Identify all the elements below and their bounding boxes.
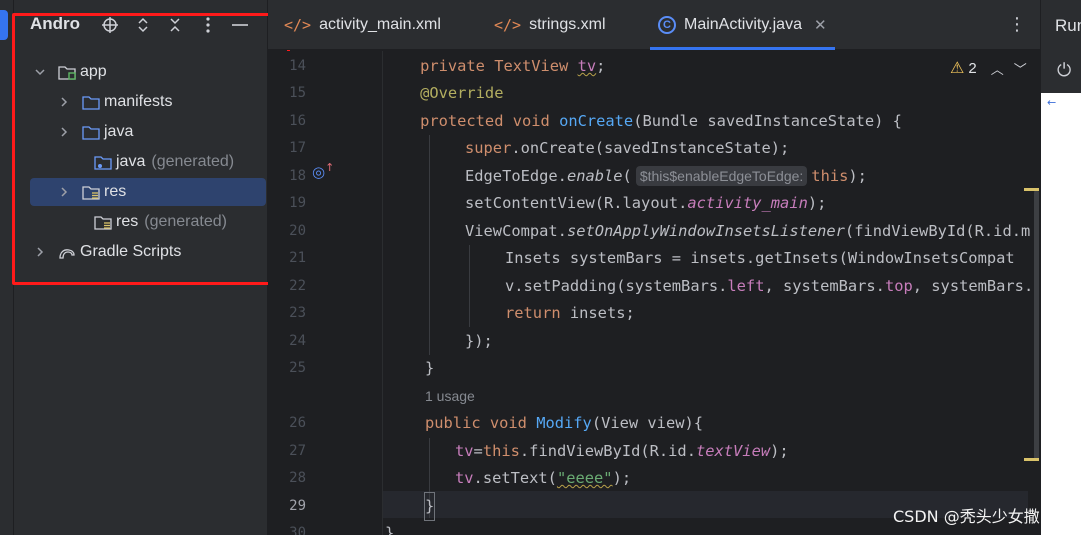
parameter-hint: $this$enableEdgeToEdge: xyxy=(635,166,808,186)
code-line-16: protected void onCreate(Bundle savedInst… xyxy=(383,112,902,130)
code-line-22: v.setPadding(systemBars.left, systemBars… xyxy=(505,277,1034,295)
scrollbar-marker[interactable] xyxy=(1024,188,1039,191)
run-output-area xyxy=(1041,93,1081,535)
line-number: 27 xyxy=(289,443,306,459)
code-line-15: @Override xyxy=(383,84,504,102)
xml-file-icon: </> xyxy=(284,16,312,34)
line-number: 15 xyxy=(289,85,306,101)
override-method-icon[interactable]: ◎↑ xyxy=(312,161,334,181)
tab-label: MainActivity.java xyxy=(684,16,802,33)
tab-activity-main-xml[interactable]: </> activity_main.xml xyxy=(284,0,441,50)
line-number: 21 xyxy=(289,250,306,266)
code-line-27: tv=this.findViewById(R.id.textView); xyxy=(455,442,789,460)
run-panel: Run ⏻ ← xyxy=(1040,0,1081,535)
tab-strings-xml[interactable]: </> strings.xml xyxy=(494,0,606,50)
watermark: CSDN @秃头少女撒 xyxy=(893,507,1040,526)
project-tool-button[interactable] xyxy=(0,10,8,40)
red-highlight-annotation xyxy=(12,13,290,285)
editor-scrollbar[interactable] xyxy=(1034,190,1039,460)
code-line-19: setContentView(R.layout.activity_main); xyxy=(465,194,827,212)
warning-icon: ⚠ xyxy=(950,60,965,77)
editor-tab-bar: </> activity_main.xml </> strings.xml C … xyxy=(268,0,1040,50)
code-line-29: } xyxy=(423,492,436,521)
line-number: 24 xyxy=(289,333,306,349)
code-line-18: EdgeToEdge.enable($this$enableEdgeToEdge… xyxy=(465,166,867,186)
current-line-number: 29 xyxy=(289,498,306,514)
code-line-26: public void Modify(View view){ xyxy=(425,414,704,432)
code-line-25: } xyxy=(425,359,435,377)
line-number: 22 xyxy=(289,278,306,294)
power-icon[interactable]: ⏻ xyxy=(1057,60,1071,81)
scrollbar-marker[interactable] xyxy=(1024,458,1039,461)
chevron-down-icon[interactable]: ﹀ xyxy=(1014,59,1027,78)
warning-count: 2 xyxy=(968,59,977,77)
indent-guide xyxy=(469,245,470,327)
inspection-widget[interactable]: ⚠ 2 ︿ ﹀ xyxy=(950,58,1027,78)
line-number: 14 xyxy=(289,58,306,74)
line-number: 25 xyxy=(289,360,306,376)
code-line-24: }); xyxy=(465,332,493,350)
code-line-17: super.onCreate(savedInstanceState); xyxy=(465,139,790,157)
line-number: 16 xyxy=(289,113,306,129)
tab-label: activity_main.xml xyxy=(319,16,441,33)
line-number: 17 xyxy=(289,140,306,156)
line-number: 26 xyxy=(289,415,306,431)
line-number: 30 xyxy=(289,525,306,535)
tab-more-icon[interactable]: ⋮ xyxy=(1008,14,1026,35)
xml-file-icon: </> xyxy=(494,16,522,34)
editor-gutter: 14 15 16 17 18 19 20 21 22 23 24 25 26 2… xyxy=(268,51,382,535)
code-line-30: } xyxy=(385,524,395,535)
code-line-20: ViewCompat.setOnApplyWindowInsetsListene… xyxy=(465,222,1031,240)
arrow-left-icon[interactable]: ← xyxy=(1047,96,1056,109)
line-number: 18 xyxy=(289,168,306,184)
code-editor[interactable]: private TextView tv; @Override protected… xyxy=(383,51,1040,535)
code-line-21: Insets systemBars = insets.getInsets(Win… xyxy=(505,249,1015,267)
line-number: 28 xyxy=(289,470,306,486)
tab-label: strings.xml xyxy=(529,16,606,33)
tab-mainactivity-java[interactable]: C MainActivity.java ✕ xyxy=(650,0,835,50)
run-panel-title: Run xyxy=(1055,16,1081,35)
indent-guide xyxy=(429,135,430,355)
code-line-14: private TextView tv; xyxy=(383,57,606,75)
code-line-23: return insets; xyxy=(505,304,635,322)
line-number: 19 xyxy=(289,195,306,211)
line-number: 23 xyxy=(289,305,306,321)
chevron-up-icon[interactable]: ︿ xyxy=(991,59,1004,78)
usage-hint[interactable]: 1 usage xyxy=(425,383,475,410)
line-number: 20 xyxy=(289,223,306,239)
close-icon[interactable]: ✕ xyxy=(814,16,827,34)
code-line-28: tv.setText("eeee"); xyxy=(455,469,632,487)
java-class-icon: C xyxy=(658,16,676,34)
